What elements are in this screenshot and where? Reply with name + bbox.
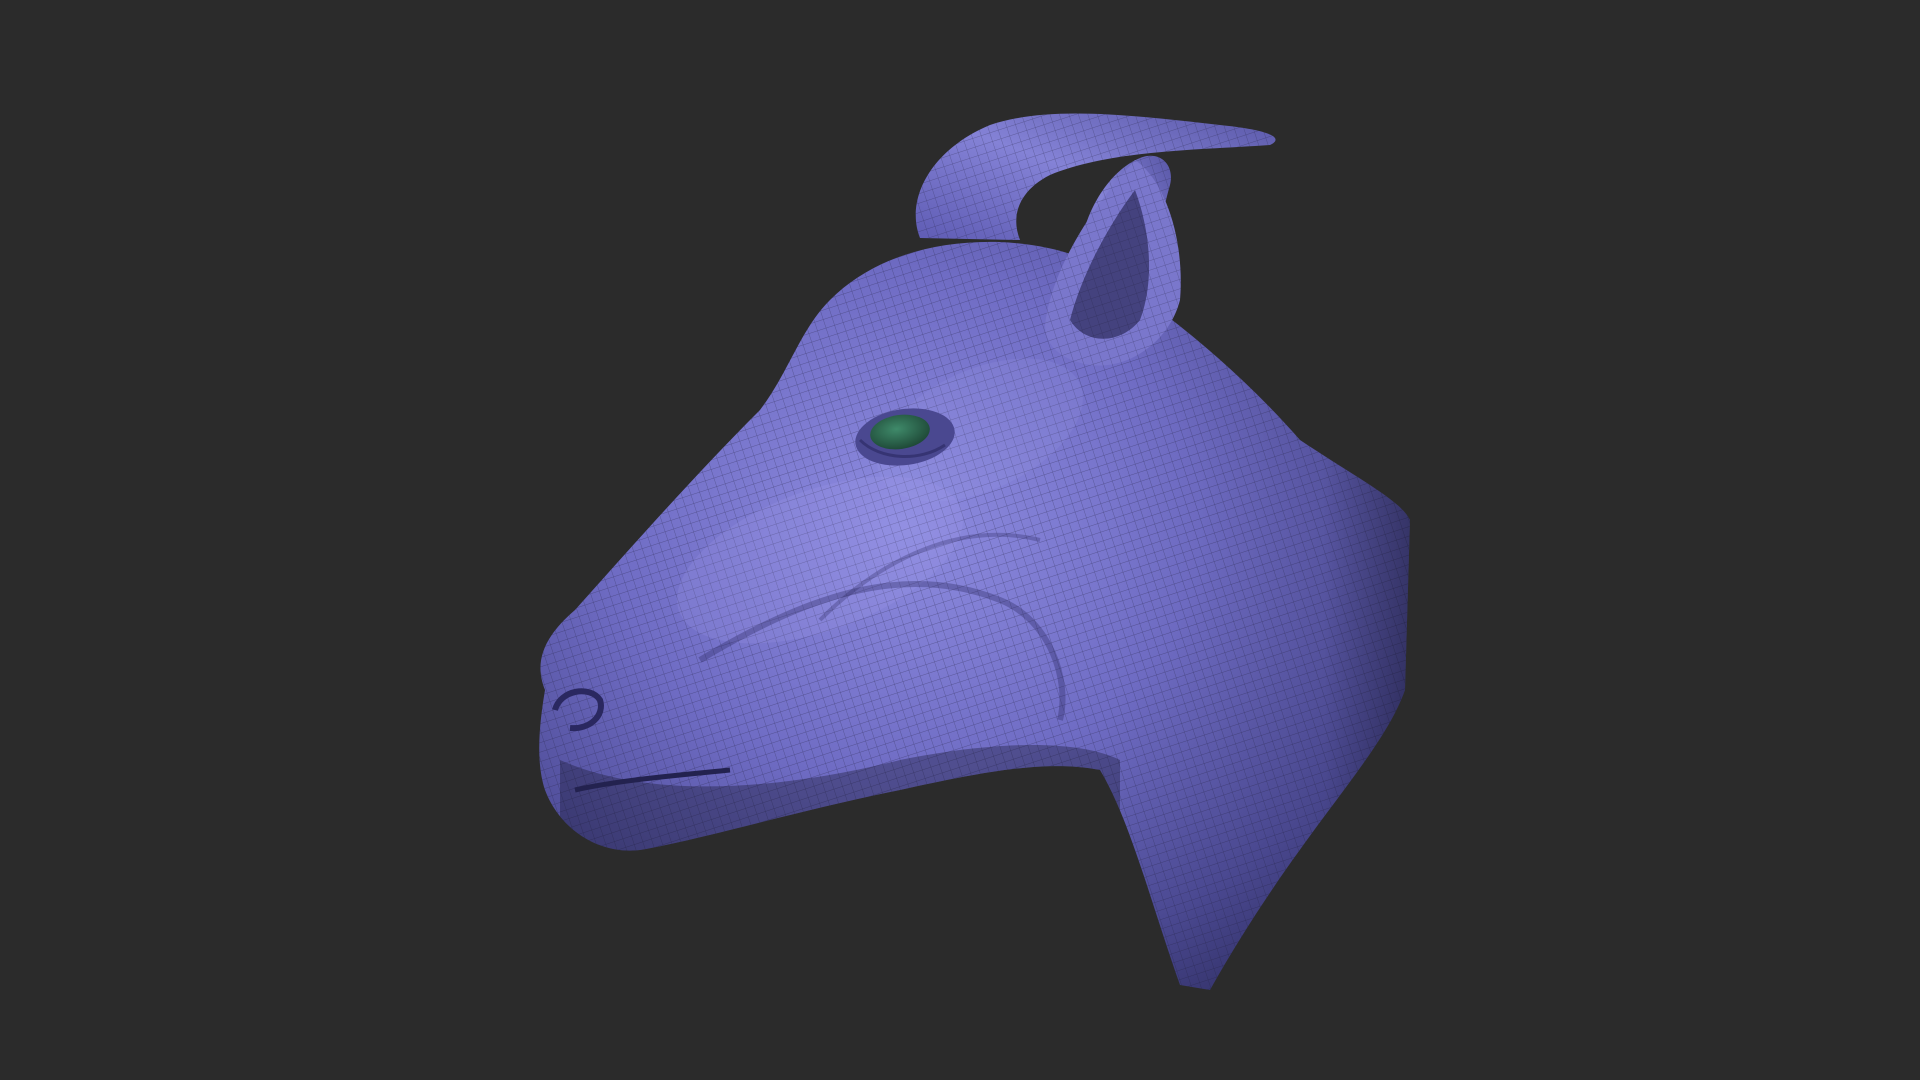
3d-viewport[interactable]	[0, 0, 1920, 1080]
goat-head-sculpt[interactable]	[0, 0, 1920, 1080]
